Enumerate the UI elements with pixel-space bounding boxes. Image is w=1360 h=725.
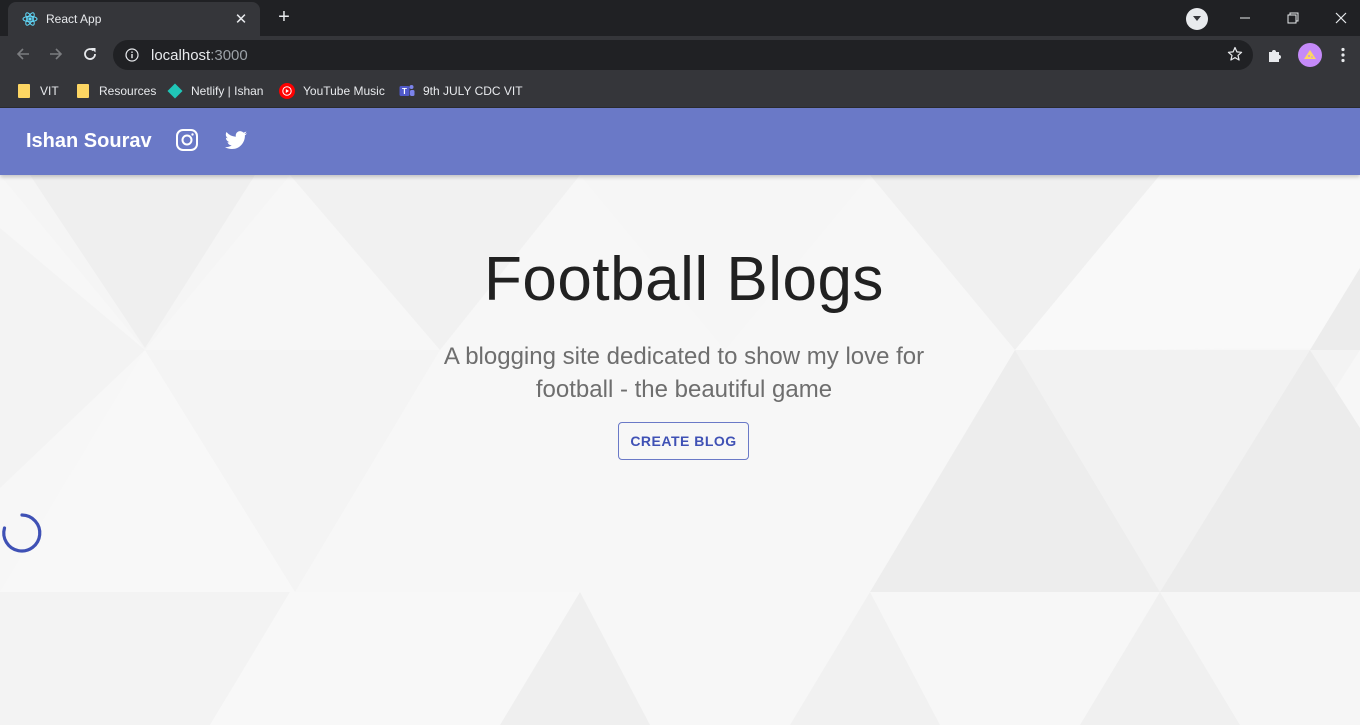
url-port: :3000 — [210, 46, 248, 64]
folder-icon — [77, 84, 89, 98]
page-subtitle: A blogging site dedicated to show my lov… — [443, 343, 925, 403]
bookmark-label: Resources — [99, 84, 157, 98]
url-host: localhost — [151, 46, 211, 64]
reload-icon[interactable] — [78, 42, 102, 66]
bookmarks-bar: VIT Resources Netlify | Ishan YouTube Mu… — [0, 73, 1360, 108]
browser-toolbar: localhost:3000 — [0, 36, 1360, 73]
site-info-icon[interactable] — [125, 48, 139, 62]
page-title: Football Blogs — [484, 245, 884, 314]
create-blog-button[interactable]: CREATE BLOG — [618, 422, 749, 460]
tab-strip: React App ✕ + — [0, 0, 1360, 36]
restore-icon[interactable] — [1270, 0, 1316, 36]
app-bar: Ishan Sourav — [0, 108, 1360, 175]
browser-tab[interactable]: React App ✕ — [8, 2, 260, 36]
svg-text:T: T — [402, 87, 407, 96]
bookmark-label: VIT — [40, 84, 59, 98]
minimize-icon[interactable] — [1222, 0, 1268, 36]
bookmark-netlify[interactable]: Netlify | Ishan — [167, 80, 263, 102]
bookmark-youtube-music[interactable]: YouTube Music — [279, 80, 385, 102]
brand-name[interactable]: Ishan Sourav — [26, 130, 152, 153]
profile-avatar[interactable] — [1298, 43, 1322, 67]
menu-kebab-icon[interactable] — [1332, 44, 1354, 66]
web-page: Ishan Sourav Football Blogs A blogging s… — [0, 108, 1360, 725]
bookmark-star-icon[interactable] — [1227, 46, 1243, 67]
bookmark-label: 9th JULY CDC VIT — [423, 84, 523, 98]
bookmark-label: YouTube Music — [303, 84, 385, 98]
bookmark-vit[interactable]: VIT — [18, 80, 59, 102]
bookmark-label: Netlify | Ishan — [191, 84, 264, 98]
youtube-music-icon — [279, 83, 295, 99]
tab-title: React App — [46, 12, 102, 26]
react-logo-icon — [22, 11, 38, 27]
folder-icon — [18, 84, 30, 98]
extensions-icon[interactable] — [1264, 44, 1286, 66]
instagram-icon[interactable] — [175, 128, 199, 152]
bookmark-teams[interactable]: T 9th JULY CDC VIT — [399, 80, 523, 102]
close-window-icon[interactable] — [1318, 0, 1360, 36]
loading-spinner-icon — [2, 513, 42, 553]
netlify-icon — [167, 83, 183, 99]
teams-icon: T — [399, 83, 415, 99]
triangle-background — [0, 108, 1360, 725]
back-icon[interactable] — [11, 42, 35, 66]
close-tab-icon[interactable]: ✕ — [232, 10, 250, 28]
new-tab-button[interactable]: + — [272, 6, 296, 30]
forward-icon[interactable] — [44, 42, 68, 66]
bookmark-resources[interactable]: Resources — [77, 80, 156, 102]
address-bar[interactable]: localhost:3000 — [113, 40, 1253, 70]
twitter-icon[interactable] — [224, 128, 248, 152]
tab-search-icon[interactable] — [1186, 8, 1208, 30]
